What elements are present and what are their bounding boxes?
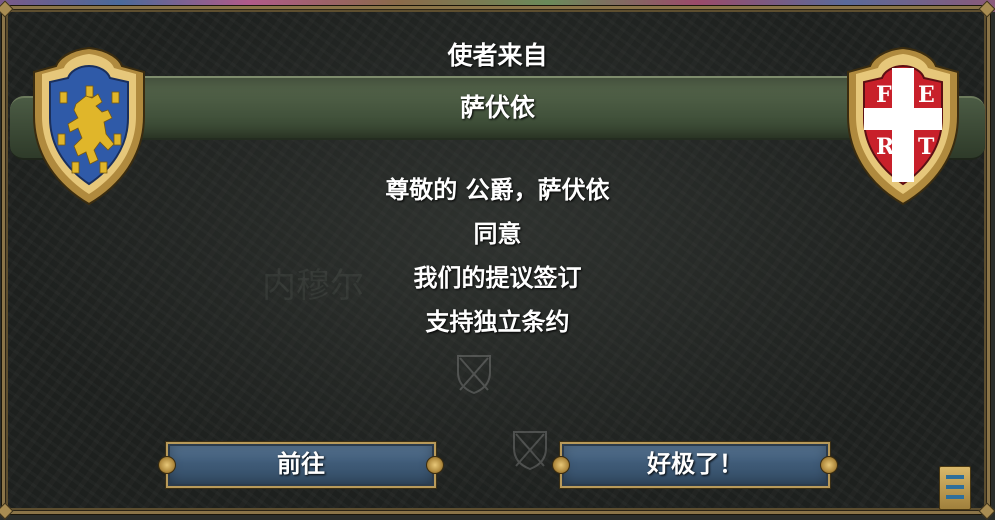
message-line: 支持独立条约 [425,308,570,336]
button-cap-ornament [158,456,176,474]
message-body: 尊敬的 公爵，萨伏依 同意 我们的提议签订 支持独立条约 [0,168,995,344]
shield-letter: E [918,82,935,108]
faded-map-shield-icon [512,430,548,471]
message-line: 我们的提议签订 [413,264,582,292]
great-button-label: 好极了！ [647,450,743,478]
button-cap-ornament [552,456,570,474]
frame-corner [0,502,14,520]
button-cap-ornament [820,456,838,474]
shield-letter: F [876,82,892,108]
shield-letter: R [876,134,895,160]
frame-corner [978,502,995,520]
ledger-icon[interactable] [939,466,971,510]
message-line: 尊敬的 公爵，萨伏依 [385,176,610,204]
shield-letter: T [918,134,935,160]
faded-map-shield-icon [456,354,492,395]
message-line: 同意 [473,220,522,248]
button-cap-ornament [426,456,444,474]
go-to-button-label: 前往 [277,450,325,478]
go-to-button[interactable]: 前往 [158,442,444,488]
great-button[interactable]: 好极了！ [552,442,838,488]
